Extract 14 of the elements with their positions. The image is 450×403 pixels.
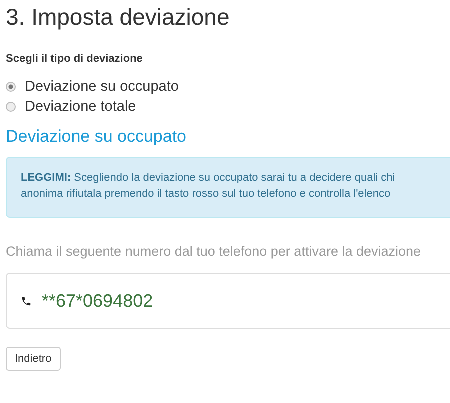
page-title: 3. Imposta deviazione (6, 4, 231, 31)
instruction-text: Chiama il seguente numero dal tuo telefono per attivare la deviazione (6, 244, 422, 259)
radio-button[interactable] (6, 82, 16, 92)
back-button[interactable]: Indietro (6, 347, 61, 371)
section-title: Deviazione su occupato (6, 127, 188, 147)
phone-icon (21, 296, 32, 306)
radio-option[interactable]: Deviazione su occupato (6, 79, 450, 95)
alert-text: LEGGIMI: Scegliendo la deviazione su occupato sarai tu a decidere quali chi anonima rifiutala premendo il tasto rosso sul tuo telefono e controlla l'elenco (21, 171, 396, 202)
radio-button[interactable] (6, 102, 16, 112)
option-label: Deviazione totale (25, 99, 136, 115)
radio-option[interactable]: Deviazione totale (6, 99, 450, 115)
option-label: Deviazione su occupato (25, 79, 179, 95)
activation-code: **67*0694802 (42, 290, 154, 312)
type-label: Scegli il tipo di deviazione (6, 53, 144, 65)
